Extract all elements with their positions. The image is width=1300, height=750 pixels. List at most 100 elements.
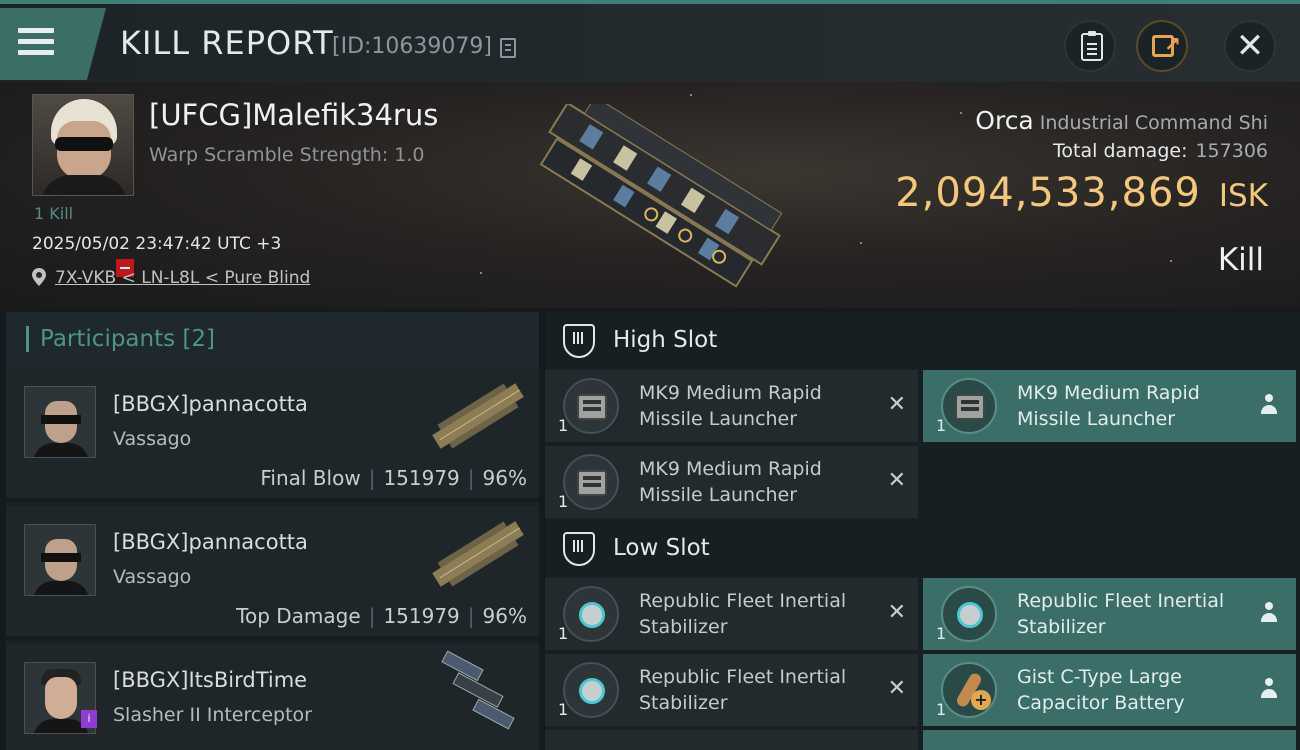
copy-icon[interactable] (500, 38, 516, 58)
participant-ship-image (432, 383, 524, 449)
module-slot[interactable]: 1 MK9 Medium Rapid Missile Launcher ✕ (545, 446, 918, 518)
module-slot[interactable]: 1 Republic Fleet Inertial Stabilizer ✕ (545, 578, 918, 650)
isk-unit: ISK (1218, 178, 1268, 214)
share-arrow-icon: ↗ (1164, 32, 1181, 56)
high-slot-title: High Slot (613, 327, 718, 353)
module-quantity: 1 (936, 700, 947, 719)
ship-name: Orca (975, 106, 1034, 135)
participant-role: Final Blow (260, 466, 361, 490)
participant-avatar[interactable] (24, 524, 96, 596)
menu-icon[interactable] (18, 22, 64, 62)
report-id: [ID:10639079] (332, 34, 492, 59)
module-name: Gist C-Type Large Capacitor Battery (1017, 666, 1185, 714)
participant-name: [BBGX]ItsBirdTime (113, 668, 308, 692)
module-quantity: 1 (936, 624, 947, 643)
participant-damage: 151979 (383, 466, 460, 490)
inertial-stabilizer-icon (941, 586, 997, 642)
participant-damage: 151979 (383, 604, 460, 628)
module-name: MK9 Medium Rapid Missile Launcher (639, 458, 822, 506)
clipboard-button[interactable] (1064, 20, 1116, 72)
low-slot-title: Low Slot (613, 535, 710, 561)
participants-title: Participants [2] (40, 326, 215, 352)
participants-header: Participants [2] (6, 312, 539, 368)
participant-avatar[interactable] (24, 386, 96, 458)
module-slot-partial[interactable] (545, 730, 918, 750)
participant-percent: 96% (482, 604, 527, 628)
participant-role: Top Damage (236, 604, 361, 628)
module-slot-partial[interactable] (923, 730, 1296, 750)
close-icon: ✕ (1235, 26, 1265, 66)
kill-result: Kill (1217, 242, 1264, 278)
module-name: Republic Fleet Inertial Stabilizer (1017, 590, 1225, 638)
warp-scramble-strength: Warp Scramble Strength: 1.0 (149, 144, 425, 166)
isk-amount: 2,094,533,869 (895, 170, 1201, 216)
participant-stats: Final Blow | 151979 | 96% (260, 466, 527, 490)
participant-ship: Slasher II Interceptor (113, 704, 312, 726)
inertial-stabilizer-icon (563, 662, 619, 718)
module-slot[interactable]: + 1 Gist C-Type Large Capacitor Battery (923, 654, 1296, 726)
participant-percent: 96% (482, 466, 527, 490)
page-title: KILL REPORT (120, 24, 334, 62)
kill-datetime: 2025/05/02 23:47:42 UTC +3 (32, 234, 282, 254)
isk-value: 2,094,533,869 ISK (895, 170, 1268, 216)
participant-ship-image (441, 650, 515, 730)
module-quantity: 1 (936, 416, 947, 435)
high-slot-icon (563, 324, 595, 358)
participant-row[interactable]: [BBGX]pannacotta Vassago Final Blow | 1519… (6, 368, 539, 502)
participant-row[interactable]: i [BBGX]ItsBirdTime Slasher II Intercept… (6, 644, 539, 750)
victim-banner: [UFCG]Malefik34rus Warp Scramble Strengt… (0, 82, 1300, 308)
participant-row[interactable]: [BBGX]pannacotta Vassago Top Damage | 1519… (6, 506, 539, 640)
destroyed-icon: ✕ (887, 468, 906, 493)
ship-class: Industrial Command Shi (1039, 112, 1268, 134)
fitting-panel: High Slot 1 MK9 Medium Rapid Missile Lau… (545, 312, 1300, 750)
participant-name: [BBGX]pannacotta (113, 392, 308, 416)
module-quantity: 1 (558, 624, 569, 643)
module-quantity: 1 (558, 416, 569, 435)
participant-ship-image (432, 521, 524, 587)
module-quantity: 1 (558, 492, 569, 511)
module-slot[interactable]: 1 Republic Fleet Inertial Stabilizer (923, 578, 1296, 650)
module-slot[interactable]: 1 MK9 Medium Rapid Missile Launcher (923, 370, 1296, 442)
module-slot[interactable]: 1 MK9 Medium Rapid Missile Launcher ✕ (545, 370, 918, 442)
victim-name[interactable]: [UFCG]Malefik34rus (149, 98, 438, 132)
module-name: MK9 Medium Rapid Missile Launcher (1017, 382, 1200, 430)
share-button[interactable]: ↗ (1136, 20, 1188, 72)
destroyed-icon: ✕ (887, 676, 906, 701)
participant-badge-icon: i (81, 710, 97, 728)
participant-ship: Vassago (113, 566, 192, 588)
victim-ship[interactable]: Orca Industrial Command Shi (975, 106, 1268, 135)
clipboard-icon (1081, 31, 1103, 61)
destroyed-icon: ✕ (887, 600, 906, 625)
missile-launcher-icon (563, 454, 619, 510)
total-damage-value: 157306 (1195, 140, 1268, 162)
location-pin-icon (32, 268, 46, 286)
module-name: MK9 Medium Rapid Missile Launcher (639, 382, 822, 430)
missile-launcher-icon (563, 378, 619, 434)
total-damage: Total damage: 157306 (1053, 140, 1268, 162)
participant-name: [BBGX]pannacotta (113, 530, 308, 554)
module-quantity: 1 (558, 700, 569, 719)
dropped-person-icon (1260, 394, 1278, 416)
inertial-stabilizer-icon (563, 586, 619, 642)
victim-ship-image (539, 104, 783, 288)
dropped-person-icon (1260, 678, 1278, 700)
high-slot-header: High Slot (545, 312, 1300, 370)
location-link[interactable]: 7X-VKB < LN-L8L < Pure Blind (55, 268, 310, 288)
low-slot-icon (563, 532, 595, 566)
top-bar: KILL REPORT [ID:10639079] ↗ ✕ (0, 0, 1300, 82)
victim-avatar[interactable] (32, 94, 134, 196)
participant-stats: Top Damage | 151979 | 96% (236, 604, 527, 628)
participant-ship: Vassago (113, 428, 192, 450)
module-slot[interactable]: 1 Republic Fleet Inertial Stabilizer ✕ (545, 654, 918, 726)
capacitor-battery-icon: + (941, 662, 997, 718)
module-name: Republic Fleet Inertial Stabilizer (639, 590, 847, 638)
missile-launcher-icon (941, 378, 997, 434)
low-slot-header: Low Slot (545, 520, 1300, 578)
kill-count: 1 Kill (34, 204, 74, 223)
module-name: Republic Fleet Inertial Stabilizer (639, 666, 847, 714)
destroyed-icon: ✕ (887, 392, 906, 417)
total-damage-label: Total damage: (1053, 140, 1188, 162)
close-button[interactable]: ✕ (1224, 20, 1276, 72)
participants-panel: Participants [2] [BBGX]pannacotta Vassag… (6, 312, 539, 750)
dropped-person-icon (1260, 602, 1278, 624)
